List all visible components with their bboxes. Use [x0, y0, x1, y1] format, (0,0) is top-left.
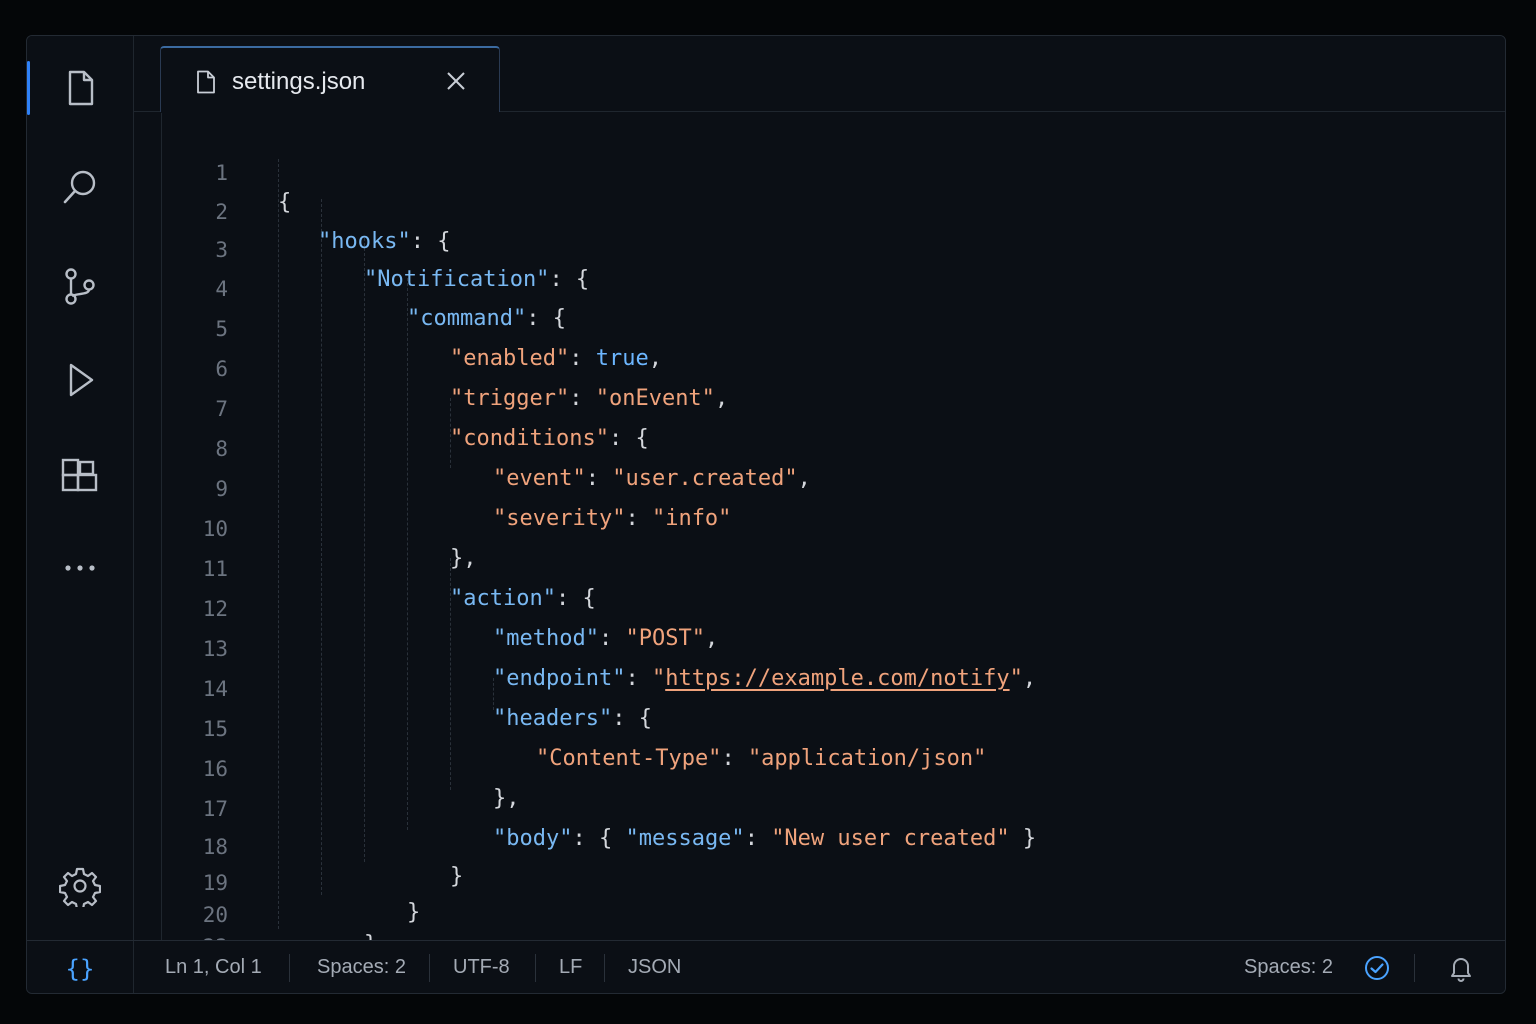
eol-setting[interactable]: LF	[559, 956, 582, 979]
activity-run[interactable]	[27, 346, 133, 416]
activity-source-control[interactable]	[27, 251, 133, 321]
code-line: 12 "method": "POST",	[162, 564, 1462, 651]
more-icon	[65, 565, 95, 571]
code-line: 5 "enabled": true,	[162, 284, 1462, 371]
gear-icon	[59, 867, 101, 907]
status-divider	[289, 954, 290, 982]
tab-settings-json[interactable]: settings.json	[160, 46, 500, 112]
code-line: 1 {	[162, 128, 1462, 215]
code-line: 2 "hooks": {	[162, 167, 1462, 254]
tab-bar: settings.json	[134, 36, 1505, 112]
indentation-setting[interactable]: Spaces: 2	[317, 956, 406, 979]
code-line: 10 },	[162, 484, 1462, 571]
code-line: 9 "severity": "info"	[162, 444, 1462, 531]
status-bar: {} Ln 1, Col 1 Spaces: 2 UTF-8 LF JSON S…	[27, 940, 1505, 993]
cursor-position[interactable]: Ln 1, Col 1	[165, 956, 262, 979]
language-mode[interactable]: JSON	[628, 956, 681, 979]
activity-settings[interactable]	[27, 851, 133, 921]
code-line: 19 }	[162, 838, 1462, 925]
activity-more[interactable]	[27, 533, 133, 603]
encoding-setting[interactable]: UTF-8	[453, 956, 510, 979]
code-line: 3 "Notification": {	[162, 205, 1462, 292]
status-divider	[429, 954, 430, 982]
code-line: 15 "Content-Type": "application/json"	[162, 684, 1462, 771]
run-icon	[69, 363, 94, 397]
status-divider	[535, 954, 536, 982]
extensions-icon	[61, 458, 98, 492]
check-circle-icon[interactable]	[1364, 955, 1390, 981]
code-line: 11 "action": {	[162, 524, 1462, 611]
editor-window: settings.json 1 { 2 "hooks": { 3 "Notifi…	[26, 35, 1506, 994]
code-line: 6 "trigger": "onEvent",	[162, 324, 1462, 411]
code-line: 13 "endpoint": "https://example.com/noti…	[162, 604, 1462, 691]
code-line: 8 "event": "user.created",	[162, 404, 1462, 491]
activity-bar	[27, 36, 134, 940]
code-line: 17 "body": { "message": "New user create…	[162, 764, 1462, 851]
activity-extensions[interactable]	[27, 442, 133, 512]
code-editor[interactable]: 1 { 2 "hooks": { 3 "Notification": { 4 "…	[161, 113, 1505, 989]
file-icon	[197, 70, 215, 94]
files-icon	[68, 70, 94, 106]
activity-explorer[interactable]	[27, 53, 133, 123]
close-icon	[447, 72, 465, 90]
code-line: 14 "headers": {	[162, 644, 1462, 731]
code-line: 18 }	[162, 802, 1462, 889]
code-line: 4 "command": {	[162, 244, 1462, 331]
code-line: 7 "conditions": {	[162, 364, 1462, 451]
bell-icon[interactable]	[1448, 954, 1474, 982]
code-line: 20 }	[162, 870, 1462, 957]
search-icon	[63, 170, 96, 204]
source-control-icon	[65, 268, 95, 305]
activity-search[interactable]	[27, 152, 133, 222]
tab-label: settings.json	[232, 68, 366, 95]
code-line: 16 },	[162, 724, 1462, 811]
indentation-setting-right[interactable]: Spaces: 2	[1244, 956, 1333, 979]
tab-close-button[interactable]	[441, 66, 471, 96]
json-braces-icon[interactable]: {}	[27, 941, 134, 993]
status-divider	[604, 954, 605, 982]
status-divider	[1414, 954, 1415, 982]
code-line: 22 }	[162, 902, 1462, 989]
